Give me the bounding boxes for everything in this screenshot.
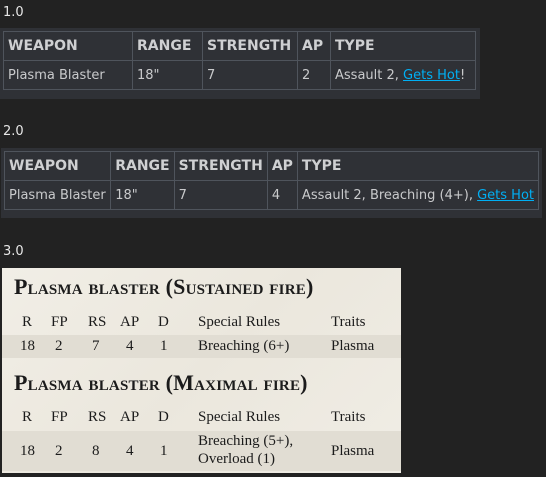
profile-header-row: R FP RS AP D Special Rules Traits xyxy=(2,409,401,429)
col-rs: RS xyxy=(88,409,107,425)
table-row: Plasma Blaster 18" 7 2 Assault 2, Gets H… xyxy=(3,60,476,90)
type-text: Assault 2, Breaching (4+), xyxy=(301,187,478,203)
val-d: 1 xyxy=(160,443,168,459)
header-weapon: WEAPON xyxy=(3,31,133,61)
col-special-rules: Special Rules xyxy=(198,409,281,425)
cell-ap: 2 xyxy=(297,60,331,90)
cell-weapon: Plasma Blaster xyxy=(3,60,133,90)
col-special-rules: Special Rules xyxy=(198,314,281,330)
col-fp: FP xyxy=(51,314,68,330)
val-special-rules-line1: Breaching (5+), xyxy=(198,433,294,449)
version-label-2: 2.0 xyxy=(3,124,24,139)
header-type: TYPE xyxy=(296,151,540,181)
rulebook-profile-image: Plasma blaster (Sustained fire) R FP RS … xyxy=(2,268,401,473)
col-r: R xyxy=(22,314,33,330)
table-header-row: WEAPON RANGE STRENGTH AP TYPE xyxy=(3,151,540,181)
val-traits: Plasma xyxy=(331,338,375,354)
weapon-table-v2: WEAPON RANGE STRENGTH AP TYPE Plasma Bla… xyxy=(3,151,540,210)
version-label-3: 3.0 xyxy=(3,244,24,259)
header-strength: STRENGTH xyxy=(173,151,268,181)
col-traits: Traits xyxy=(331,314,366,330)
val-fp: 2 xyxy=(55,443,63,459)
col-traits: Traits xyxy=(331,409,366,425)
val-fp: 2 xyxy=(55,338,63,354)
cell-strength: 7 xyxy=(202,60,298,90)
profile-value-row: 18 2 7 4 1 Breaching (6+) Plasma xyxy=(2,335,401,358)
cell-type: Assault 2, Breaching (4+), Gets Hot xyxy=(296,180,540,210)
header-ap: AP xyxy=(266,151,298,181)
val-ap: 4 xyxy=(126,443,134,459)
val-rs: 7 xyxy=(92,338,100,354)
header-ap: AP xyxy=(297,31,331,61)
version-label-1: 1.0 xyxy=(3,5,24,20)
gets-hot-link[interactable]: Gets Hot xyxy=(403,68,460,83)
header-range: RANGE xyxy=(110,151,175,181)
val-traits: Plasma xyxy=(331,443,375,459)
val-special-rules: Breaching (6+) xyxy=(198,338,290,354)
col-rs: RS xyxy=(88,314,107,330)
val-r: 18 xyxy=(20,443,35,459)
table-header-row: WEAPON RANGE STRENGTH AP TYPE xyxy=(3,31,476,61)
cell-weapon: Plasma Blaster xyxy=(3,180,112,210)
weapon-table-v1: WEAPON RANGE STRENGTH AP TYPE Plasma Bla… xyxy=(3,31,476,90)
cell-range: 18" xyxy=(110,180,175,210)
header-type: TYPE xyxy=(330,31,476,61)
gets-hot-link[interactable]: Gets Hot xyxy=(477,188,534,203)
col-r: R xyxy=(22,409,33,425)
profile-title-maximal: Plasma blaster (Maximal fire) xyxy=(14,370,308,395)
col-d: D xyxy=(158,409,169,425)
profile-value-row: 18 2 8 4 1 Breaching (5+), Overload (1) … xyxy=(2,431,401,471)
col-ap: AP xyxy=(120,314,140,330)
val-special-rules-line2: Overload (1) xyxy=(198,451,276,467)
header-range: RANGE xyxy=(132,31,203,61)
weapon-table-v1-container: WEAPON RANGE STRENGTH AP TYPE Plasma Bla… xyxy=(0,28,480,99)
profile-title-sustained: Plasma blaster (Sustained fire) xyxy=(14,274,314,299)
cell-range: 18" xyxy=(132,60,203,90)
val-r: 18 xyxy=(20,338,35,354)
val-d: 1 xyxy=(160,338,168,354)
header-strength: STRENGTH xyxy=(202,31,298,61)
val-rs: 8 xyxy=(92,443,100,459)
val-ap: 4 xyxy=(126,338,134,354)
cell-type: Assault 2, Gets Hot! xyxy=(330,60,476,90)
col-fp: FP xyxy=(51,409,68,425)
type-suffix: ! xyxy=(459,67,466,83)
cell-strength: 7 xyxy=(173,180,268,210)
table-row: Plasma Blaster 18" 7 4 Assault 2, Breach… xyxy=(3,180,540,210)
type-text: Assault 2, xyxy=(335,67,404,83)
col-ap: AP xyxy=(120,409,140,425)
col-d: D xyxy=(158,314,169,330)
profile-header-row: R FP RS AP D Special Rules Traits xyxy=(2,314,401,334)
header-weapon: WEAPON xyxy=(3,151,112,181)
weapon-table-v2-container: WEAPON RANGE STRENGTH AP TYPE Plasma Bla… xyxy=(1,148,542,218)
cell-ap: 4 xyxy=(266,180,298,210)
